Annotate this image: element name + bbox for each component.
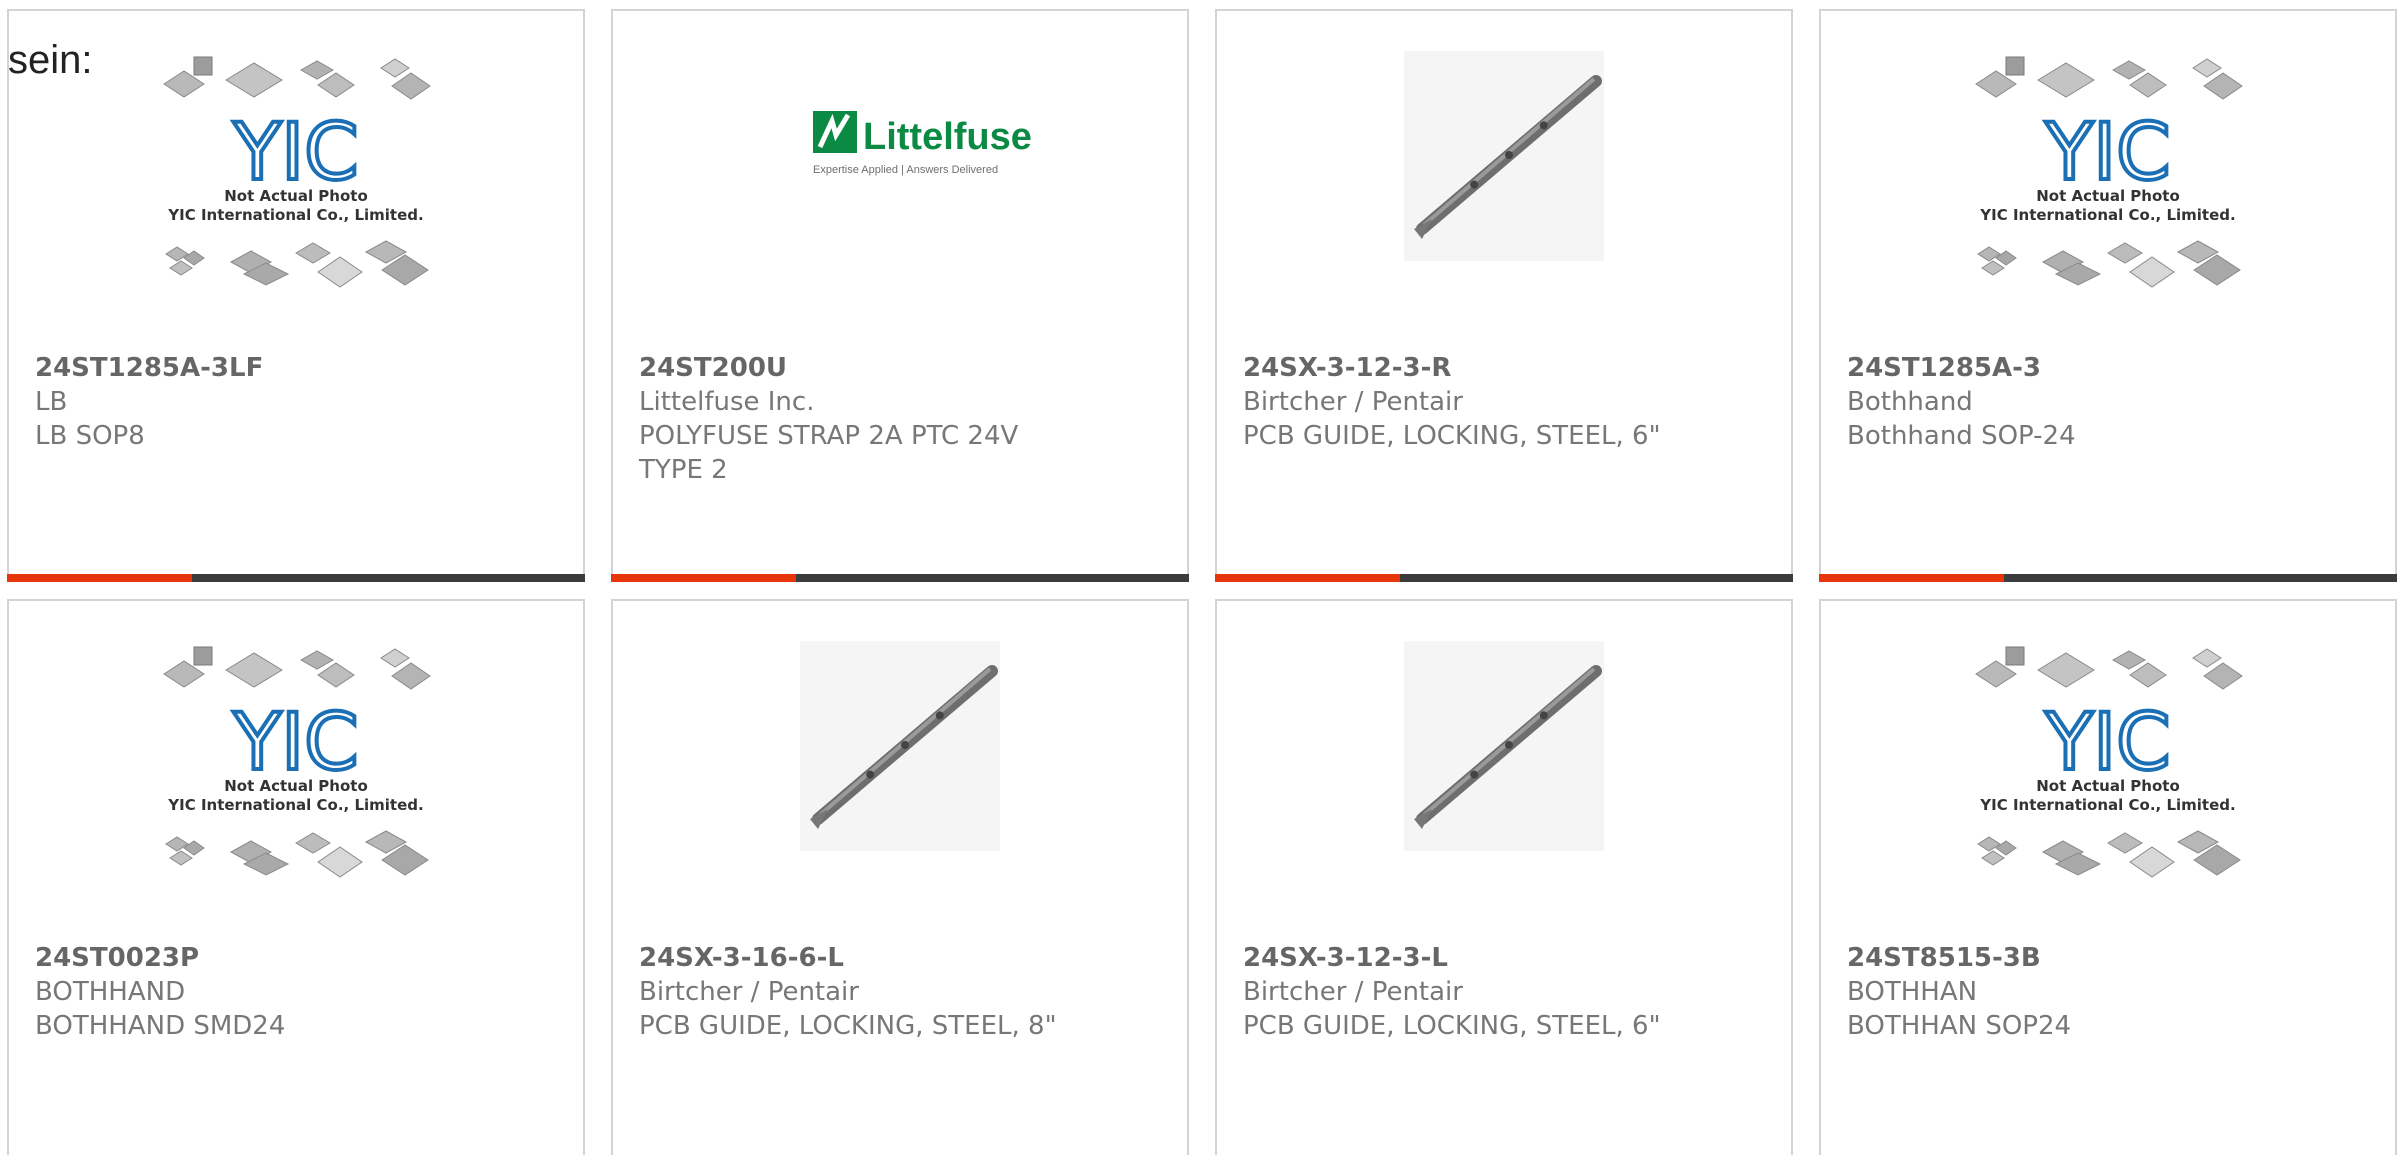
- part-number[interactable]: 24SX-3-16-6-L: [639, 941, 1167, 975]
- description: PCB GUIDE, LOCKING, STEEL, 8": [639, 1011, 1057, 1041]
- manufacturer: Bothhand: [1847, 387, 1973, 417]
- description: PCB GUIDE, LOCKING, STEEL, 6": [1243, 421, 1661, 451]
- svg-text:Not Actual Photo: Not Actual Photo: [2036, 777, 2180, 795]
- product-image[interactable]: [1217, 641, 1791, 937]
- product-image[interactable]: YIC Not Actual Photo YIC International Co.…: [1821, 641, 2395, 937]
- product-info: 24ST1285A-3 Bothhand Bothhand SOP-24: [1847, 351, 2375, 453]
- yic-logo: YIC: [232, 698, 358, 788]
- manufacturer: BOTHHAND: [35, 977, 186, 1007]
- svg-text:Not Actual Photo: Not Actual Photo: [224, 187, 368, 205]
- yic-logo: YIC: [2044, 698, 2170, 788]
- yic-logo: YIC: [2044, 108, 2170, 198]
- product-info: 24ST200U Littelfuse Inc. POLYFUSE STRAP …: [639, 351, 1167, 487]
- svg-text:YIC International Co., Limited: YIC International Co., Limited.: [1979, 206, 2235, 224]
- pcb-guide-rail-icon: [1404, 51, 1604, 261]
- yic-placeholder-icon: YICNot Actual PhotoYIC International Co.…: [1975, 646, 2243, 878]
- pcb-guide-rail-icon: [800, 641, 1000, 851]
- part-number[interactable]: 24ST1285A-3LF: [35, 351, 563, 385]
- product-image[interactable]: [613, 641, 1187, 937]
- product-card[interactable]: Littelfuse Expertise Applied | Answers De…: [611, 9, 1189, 582]
- progress-bar-fill: [7, 574, 192, 582]
- description: LB SOP8: [35, 421, 145, 451]
- product-image[interactable]: Littelfuse Expertise Applied | Answers De…: [613, 51, 1187, 347]
- product-info: 24SX-3-12-3-L Birtcher / Pentair PCB GUI…: [1243, 941, 1771, 1043]
- product-info: 24ST8515-3B BOTHHAN BOTHHAN SOP24: [1847, 941, 2375, 1043]
- yic-placeholder-icon: YICNot Actual PhotoYIC International Co.…: [163, 646, 431, 878]
- description: Bothhand SOP-24: [1847, 421, 2076, 451]
- progress-bar: [611, 574, 1189, 582]
- product-grid-page: sein: YIC Not Actual Photo YIC Internation…: [0, 0, 2400, 1155]
- part-number[interactable]: 24ST1285A-3: [1847, 351, 2375, 385]
- product-info: 24ST1285A-3LF LB LB SOP8: [35, 351, 563, 453]
- svg-text:Not Actual Photo: Not Actual Photo: [2036, 187, 2180, 205]
- description: BOTHHAN SOP24: [1847, 1011, 2072, 1041]
- product-info: 24SX-3-12-3-R Birtcher / Pentair PCB GUI…: [1243, 351, 1771, 453]
- manufacturer: Littelfuse Inc.: [639, 387, 815, 417]
- product-card[interactable]: 24SX-3-16-6-L Birtcher / Pentair PCB GUI…: [611, 599, 1189, 1155]
- svg-text:Littelfuse: Littelfuse: [863, 116, 1032, 158]
- product-info: 24ST0023P BOTHHAND BOTHHAND SMD24: [35, 941, 563, 1043]
- intro-text: sein:: [8, 38, 93, 82]
- yic-logo: YIC: [232, 108, 358, 198]
- part-number[interactable]: 24ST8515-3B: [1847, 941, 2375, 975]
- manufacturer: Birtcher / Pentair: [639, 977, 859, 1007]
- product-card[interactable]: YIC Not Actual Photo YIC International Co.…: [1819, 599, 2397, 1155]
- product-image[interactable]: YIC Not Actual Photo YIC International Co.…: [9, 51, 583, 347]
- product-card[interactable]: YIC Not Actual Photo YIC International Co.…: [7, 599, 585, 1155]
- part-number[interactable]: 24ST200U: [639, 351, 1167, 385]
- progress-bar: [7, 574, 585, 582]
- part-number[interactable]: 24SX-3-12-3-L: [1243, 941, 1771, 975]
- manufacturer: Birtcher / Pentair: [1243, 977, 1463, 1007]
- progress-bar-fill: [1819, 574, 2004, 582]
- manufacturer: LB: [35, 387, 68, 417]
- svg-text:YIC International Co., Limited: YIC International Co., Limited.: [1979, 796, 2235, 814]
- svg-text:YIC International Co., Limited: YIC International Co., Limited.: [167, 796, 423, 814]
- progress-bar-fill: [611, 574, 796, 582]
- description: PCB GUIDE, LOCKING, STEEL, 6": [1243, 1011, 1661, 1041]
- product-image[interactable]: YIC Not Actual Photo YIC International Co.…: [9, 641, 583, 937]
- product-card[interactable]: 24SX-3-12-3-L Birtcher / Pentair PCB GUI…: [1215, 599, 1793, 1155]
- description: BOTHHAND SMD24: [35, 1011, 286, 1041]
- littelfuse-logo: Littelfuse Expertise Applied | Answers De…: [813, 111, 1032, 176]
- product-card[interactable]: YIC Not Actual Photo YIC International Co.…: [7, 9, 585, 582]
- part-number[interactable]: 24SX-3-12-3-R: [1243, 351, 1771, 385]
- product-image[interactable]: [1217, 51, 1791, 347]
- yic-placeholder-icon: YICNot Actual PhotoYIC International Co.…: [163, 56, 431, 288]
- progress-bar-fill: [1215, 574, 1400, 582]
- product-card[interactable]: 24SX-3-12-3-R Birtcher / Pentair PCB GUI…: [1215, 9, 1793, 582]
- manufacturer: BOTHHAN: [1847, 977, 1978, 1007]
- progress-bar: [1819, 574, 2397, 582]
- product-card[interactable]: YIC Not Actual Photo YIC International Co.…: [1819, 9, 2397, 582]
- svg-text:Not Actual Photo: Not Actual Photo: [224, 777, 368, 795]
- manufacturer: Birtcher / Pentair: [1243, 387, 1463, 417]
- part-number[interactable]: 24ST0023P: [35, 941, 563, 975]
- yic-placeholder-icon: YICNot Actual PhotoYIC International Co.…: [1975, 56, 2243, 288]
- product-info: 24SX-3-16-6-L Birtcher / Pentair PCB GUI…: [639, 941, 1167, 1043]
- pcb-guide-rail-icon: [1404, 641, 1604, 851]
- product-image[interactable]: YIC Not Actual Photo YIC International Co.…: [1821, 51, 2395, 347]
- svg-text:Expertise Applied | Answers De: Expertise Applied | Answers Delivered: [813, 164, 998, 176]
- description: POLYFUSE STRAP 2A PTC 24V TYPE 2: [639, 421, 1019, 485]
- progress-bar: [1215, 574, 1793, 582]
- svg-text:YIC International Co., Limited: YIC International Co., Limited.: [167, 206, 423, 224]
